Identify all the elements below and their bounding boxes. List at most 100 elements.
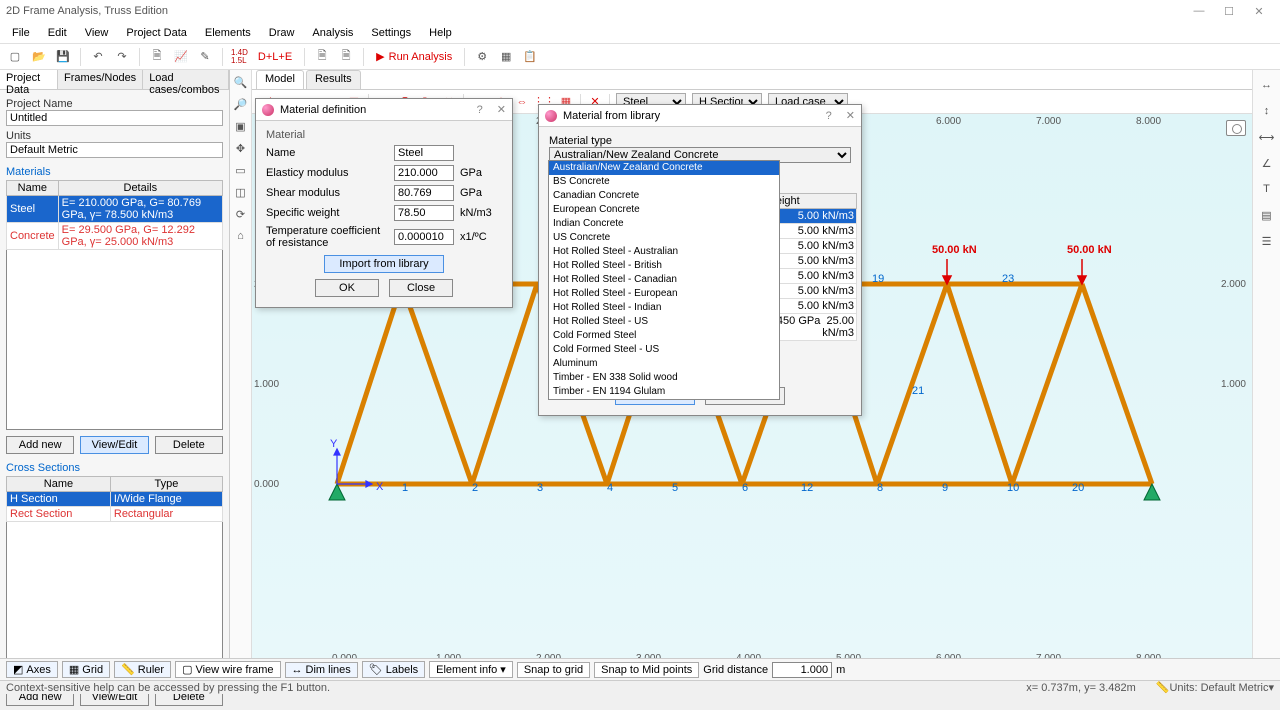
ruler-toggle[interactable]: 📏Ruler [114, 661, 171, 678]
menu-elements[interactable]: Elements [197, 25, 259, 41]
menu-file[interactable]: File [4, 25, 38, 41]
doc2-icon[interactable]: 🗎 [337, 48, 355, 66]
tab-frames-nodes[interactable]: Frames/Nodes [58, 70, 143, 89]
report-icon[interactable]: 🗎 [148, 48, 166, 66]
tab-project-data[interactable]: Project Data [0, 70, 58, 89]
angle-icon[interactable]: ∠ [1258, 154, 1276, 172]
table-icon[interactable]: ▦ [497, 48, 515, 66]
dropdown-option[interactable]: Australian/New Zealand Concrete [549, 161, 779, 175]
menu-edit[interactable]: Edit [40, 25, 75, 41]
table-row[interactable]: H SectionI/Wide Flange [7, 492, 223, 507]
temp-coef-input[interactable] [394, 229, 454, 245]
rotate-icon[interactable]: ⟳ [233, 206, 249, 222]
menu-help[interactable]: Help [421, 25, 460, 41]
labels-toggle[interactable]: 🏷Labels [362, 661, 425, 678]
dropdown-option[interactable]: Canadian Concrete [549, 189, 779, 203]
pencil-icon[interactable]: ✎ [196, 48, 214, 66]
text-icon[interactable]: T [1258, 180, 1276, 198]
dropdown-option[interactable]: Hot Rolled Steel - European [549, 287, 779, 301]
properties-icon[interactable]: ☰ [1258, 232, 1276, 250]
dropdown-option[interactable]: Cold Formed Steel - US [549, 343, 779, 357]
load-combo-badge[interactable]: D+L+E [254, 51, 296, 63]
dropdown-option[interactable]: Indian Concrete [549, 217, 779, 231]
tab-results[interactable]: Results [306, 70, 361, 89]
open-icon[interactable]: 📂 [30, 48, 48, 66]
zoom-fit-icon[interactable]: ▣ [233, 118, 249, 134]
tab-model[interactable]: Model [256, 70, 304, 89]
wireframe-toggle[interactable]: ▢View wire frame [175, 661, 280, 678]
dropdown-option[interactable]: Cold Formed Steel [549, 329, 779, 343]
dropdown-option[interactable]: Hot Rolled Steel - Canadian [549, 273, 779, 287]
e-modulus-input[interactable] [394, 165, 454, 181]
material-type-dropdown-list[interactable]: Australian/New Zealand Concrete BS Concr… [548, 160, 780, 400]
g-modulus-input[interactable] [394, 185, 454, 201]
weight-input[interactable] [394, 205, 454, 221]
new-icon[interactable]: ▢ [6, 48, 24, 66]
layers-icon[interactable]: ▤ [1258, 206, 1276, 224]
pan-icon[interactable]: ✥ [233, 140, 249, 156]
axes-toggle[interactable]: ◩Axes [6, 661, 58, 678]
material-ok-button[interactable]: OK [315, 279, 379, 297]
table-row[interactable]: ConcreteE= 29.500 GPa, G= 12.292 GPa, γ=… [7, 223, 223, 250]
run-analysis-button[interactable]: ▶Run Analysis [372, 50, 456, 63]
snap-mid-toggle[interactable]: Snap to Mid points [594, 662, 699, 678]
redo-icon[interactable]: ↷ [113, 48, 131, 66]
settings-icon[interactable]: ⚙ [473, 48, 491, 66]
home-icon[interactable]: ⌂ [233, 228, 249, 244]
materials-add-button[interactable]: Add new [6, 436, 74, 454]
table-row[interactable]: SteelE= 210.000 GPa, G= 80.769 GPa, γ= 7… [7, 196, 223, 223]
ruler-vert-icon[interactable]: ↕ [1258, 102, 1276, 120]
grid-toggle[interactable]: ▦Grid [62, 661, 110, 678]
units-dropdown-icon[interactable]: ▾ [1268, 681, 1274, 694]
tab-load-cases[interactable]: Load cases/combos [143, 70, 229, 89]
project-name-input[interactable] [6, 110, 223, 126]
mirror-icon[interactable]: ⇔ [514, 94, 530, 110]
select-icon[interactable]: ▭ [233, 162, 249, 178]
snap-grid-toggle[interactable]: Snap to grid [517, 662, 590, 678]
materials-edit-button[interactable]: View/Edit [80, 436, 148, 454]
dropdown-option[interactable]: Hot Rolled Steel - US [549, 315, 779, 329]
dialog-close-icon[interactable]: ✕ [497, 103, 506, 116]
save-icon[interactable]: 💾 [54, 48, 72, 66]
grid-distance-input[interactable] [772, 662, 832, 678]
zoom-in-icon[interactable]: 🔍 [233, 74, 249, 90]
dropdown-option[interactable]: European Concrete [549, 203, 779, 217]
maximize-button[interactable]: ☐ [1214, 5, 1244, 18]
dimlines-toggle[interactable]: ↔Dim lines [285, 662, 358, 678]
dialog-help-icon[interactable]: ? [826, 110, 832, 122]
dropdown-option[interactable]: Hot Rolled Steel - Indian [549, 301, 779, 315]
menu-project-data[interactable]: Project Data [118, 25, 195, 41]
dropdown-option[interactable]: Hot Rolled Steel - Australian [549, 245, 779, 259]
chart-icon[interactable]: 📈 [172, 48, 190, 66]
ruler-horiz-icon[interactable]: ↔ [1258, 76, 1276, 94]
dialog-help-icon[interactable]: ? [477, 104, 483, 116]
doc1-icon[interactable]: 🗎 [313, 48, 331, 66]
camera-icon[interactable] [1226, 120, 1246, 136]
menu-draw[interactable]: Draw [261, 25, 303, 41]
materials-table[interactable]: NameDetails SteelE= 210.000 GPa, G= 80.7… [6, 180, 223, 250]
dropdown-option[interactable]: Timber - EN 338 Solid wood [549, 371, 779, 385]
dropdown-option[interactable]: Hot Rolled Steel - British [549, 259, 779, 273]
menu-view[interactable]: View [77, 25, 117, 41]
dropdown-option[interactable]: BS Concrete [549, 175, 779, 189]
load-ratios[interactable]: 1.4D1.5L [231, 49, 248, 65]
table-row[interactable]: Rect SectionRectangular [7, 507, 223, 522]
dropdown-option[interactable]: Timber - EN 1194 Glulam [549, 385, 779, 399]
paste-icon[interactable]: 📋 [521, 48, 539, 66]
material-name-input[interactable] [394, 145, 454, 161]
dropdown-option[interactable]: Aluminum [549, 357, 779, 371]
cross-table[interactable]: NameType H SectionI/Wide Flange Rect Sec… [6, 476, 223, 522]
undo-icon[interactable]: ↶ [89, 48, 107, 66]
dropdown-option[interactable]: US Concrete [549, 231, 779, 245]
zoom-out-icon[interactable]: 🔎 [233, 96, 249, 112]
dialog-close-icon[interactable]: ✕ [846, 109, 855, 122]
units-input[interactable] [6, 142, 223, 158]
minimize-button[interactable]: — [1184, 5, 1214, 17]
close-button[interactable]: ✕ [1244, 5, 1274, 18]
material-close-button[interactable]: Close [389, 279, 453, 297]
menu-analysis[interactable]: Analysis [304, 25, 361, 41]
window-icon[interactable]: ◫ [233, 184, 249, 200]
element-info-button[interactable]: Element info▾ [429, 661, 513, 678]
import-from-library-button[interactable]: Import from library [324, 255, 444, 273]
materials-delete-button[interactable]: Delete [155, 436, 223, 454]
